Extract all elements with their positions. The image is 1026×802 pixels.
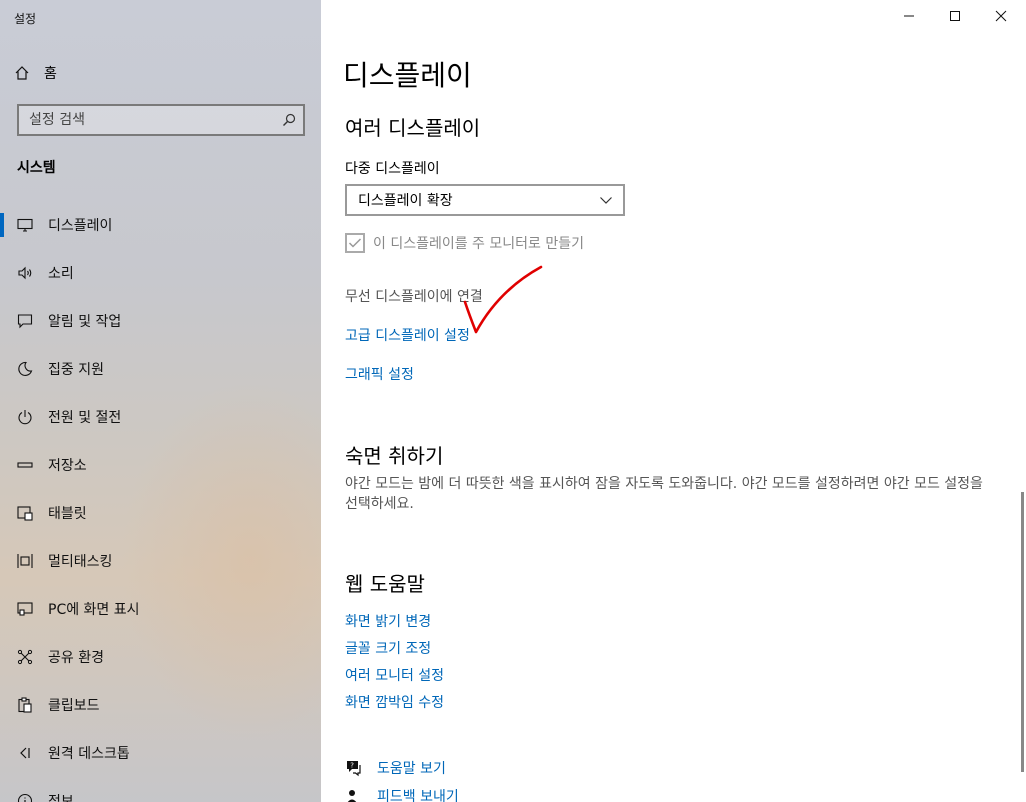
app-title: 설정	[14, 12, 37, 26]
monitor-icon	[16, 216, 34, 234]
sidebar-item-label: 소리	[48, 266, 74, 282]
sidebar-item-clipboard[interactable]: 클립보드	[0, 681, 321, 729]
multi-display-heading: 여러 디스플레이	[345, 116, 481, 140]
main-content: 디스플레이 여러 디스플레이 다중 디스플레이 디스플레이 확장 이 디스플레이…	[321, 0, 1026, 802]
feedback-row[interactable]: 피드백 보내기	[345, 786, 459, 802]
dropdown-value: 디스플레이 확장	[358, 193, 453, 209]
graphics-settings-link[interactable]: 그래픽 설정	[345, 364, 414, 384]
speaker-icon	[16, 264, 34, 282]
clipboard-icon	[16, 696, 34, 714]
scrollbar[interactable]	[1021, 492, 1024, 772]
search-icon[interactable]	[282, 113, 296, 127]
sidebar-item-label: 원격 데스크톱	[48, 746, 130, 762]
power-icon	[16, 408, 34, 426]
page-title: 디스플레이	[343, 59, 472, 92]
moon-icon	[16, 360, 34, 378]
help-chat-icon: ?	[345, 759, 363, 777]
sidebar-item-label: PC에 화면 표시	[48, 602, 140, 618]
sleep-description: 야간 모드는 밤에 더 따뜻한 색을 표시하여 잠을 자도록 도와줍니다. 야간…	[345, 476, 983, 512]
feedback-label: 피드백 보내기	[377, 789, 459, 802]
checkmark-icon	[348, 238, 362, 248]
help-link-multiple-monitors[interactable]: 여러 모니터 설정	[345, 665, 444, 685]
sidebar-item-storage[interactable]: 저장소	[0, 441, 321, 489]
sidebar-item-label: 집중 지원	[48, 362, 104, 378]
help-link-font-size[interactable]: 글꼴 크기 조정	[345, 638, 431, 658]
web-help-heading: 웹 도움말	[345, 572, 425, 596]
home-icon	[15, 66, 29, 80]
storage-icon	[16, 456, 34, 474]
search-box[interactable]	[17, 104, 305, 136]
sidebar-item-label: 알림 및 작업	[48, 314, 122, 330]
sidebar-item-label: 멀티태스킹	[48, 554, 113, 570]
shared-experiences-icon	[16, 648, 34, 666]
sidebar-item-label: 클립보드	[48, 698, 100, 714]
svg-text:?: ?	[350, 762, 354, 770]
sidebar-nav: 디스플레이 소리 알림 및 작업 집중 지원 전원 및 절전 저장소 태블릿 멀…	[0, 201, 321, 802]
sidebar-item-focus-assist[interactable]: 집중 지원	[0, 345, 321, 393]
notification-icon	[16, 312, 34, 330]
sidebar-item-label: 디스플레이	[48, 218, 113, 234]
project-icon	[16, 600, 34, 618]
get-help-row[interactable]: ? 도움말 보기	[345, 758, 446, 778]
help-link-flicker[interactable]: 화면 깜박임 수정	[345, 692, 444, 712]
red-checkmark-annotation	[463, 265, 543, 334]
advanced-display-link[interactable]: 고급 디스플레이 설정	[345, 325, 470, 345]
sidebar-home[interactable]: 홈	[14, 60, 57, 86]
section-title: 시스템	[17, 160, 56, 176]
sidebar-item-label: 태블릿	[48, 506, 87, 522]
sidebar-item-label: 정보	[48, 794, 74, 802]
sidebar-item-tablet[interactable]: 태블릿	[0, 489, 321, 537]
sidebar-item-label: 전원 및 절전	[48, 410, 122, 426]
tablet-icon	[16, 504, 34, 522]
get-help-label: 도움말 보기	[377, 761, 446, 777]
home-label: 홈	[44, 66, 57, 82]
sidebar-item-multitasking[interactable]: 멀티태스킹	[0, 537, 321, 585]
multitasking-icon	[16, 552, 34, 570]
sidebar-item-remote-desktop[interactable]: 원격 데스크톱	[0, 729, 321, 777]
chevron-down-icon	[600, 197, 612, 204]
remote-desktop-icon	[16, 744, 34, 762]
help-link-brightness[interactable]: 화면 밝기 변경	[345, 611, 431, 631]
search-input[interactable]	[19, 106, 282, 134]
primary-monitor-label: 이 디스플레이를 주 모니터로 만들기	[373, 236, 584, 252]
primary-monitor-checkbox[interactable]	[345, 233, 365, 253]
sidebar-item-power[interactable]: 전원 및 절전	[0, 393, 321, 441]
sidebar-item-label: 저장소	[48, 458, 87, 474]
sidebar-item-about[interactable]: 정보	[0, 777, 321, 802]
feedback-icon	[345, 787, 363, 802]
multi-display-dropdown[interactable]: 디스플레이 확장	[345, 184, 625, 216]
sidebar-item-label: 공유 환경	[48, 650, 104, 666]
multi-display-label: 다중 디스플레이	[345, 161, 440, 177]
sleep-heading: 숙면 취하기	[345, 444, 444, 468]
sidebar-item-project[interactable]: PC에 화면 표시	[0, 585, 321, 633]
info-icon	[16, 792, 34, 802]
sidebar-item-shared-experiences[interactable]: 공유 환경	[0, 633, 321, 681]
primary-monitor-checkbox-row[interactable]: 이 디스플레이를 주 모니터로 만들기	[345, 233, 584, 253]
sidebar-item-display[interactable]: 디스플레이	[0, 201, 321, 249]
sidebar-item-sound[interactable]: 소리	[0, 249, 321, 297]
sidebar-item-notifications[interactable]: 알림 및 작업	[0, 297, 321, 345]
sidebar: 설정 홈 시스템 디스플레이 소리	[0, 0, 321, 802]
